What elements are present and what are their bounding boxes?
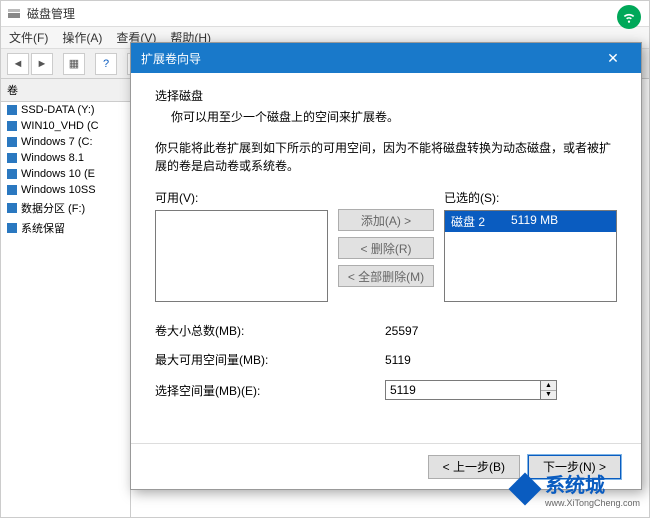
volume-label: 数据分区 (F:): [21, 200, 85, 216]
available-column: 可用(V):: [155, 189, 328, 302]
volume-item[interactable]: Windows 7 (C:: [1, 134, 130, 150]
volume-item[interactable]: SSD-DATA (Y:): [1, 102, 130, 118]
volume-item[interactable]: WIN10_VHD (C: [1, 118, 130, 134]
tool-view[interactable]: ▦: [63, 53, 85, 75]
total-size-label: 卷大小总数(MB):: [155, 322, 385, 339]
volume-stripe-icon: [7, 169, 17, 179]
transfer-buttons: 添加(A) > < 删除(R) < 全部删除(M): [338, 189, 434, 287]
app-title: 磁盘管理: [27, 5, 75, 22]
spinner-up[interactable]: ▲: [541, 381, 556, 391]
select-size-label: 选择空间量(MB)(E):: [155, 382, 385, 399]
watermark: 系统城 www.XiTongCheng.com: [511, 469, 640, 508]
tool-back[interactable]: ◄: [7, 53, 29, 75]
watermark-text: 系统城: [545, 469, 640, 498]
volume-item[interactable]: Windows 10 (E: [1, 166, 130, 182]
select-size-input[interactable]: [385, 380, 541, 400]
volume-label: Windows 8.1: [21, 152, 84, 164]
close-button[interactable]: ✕: [595, 43, 631, 73]
menu-file[interactable]: 文件(F): [9, 29, 48, 46]
max-size-label: 最大可用空间量(MB):: [155, 351, 385, 368]
volume-item[interactable]: Windows 8.1: [1, 150, 130, 166]
app-icon: [7, 7, 21, 21]
volume-label: Windows 10 (E: [21, 168, 95, 180]
watermark-icon: [511, 475, 539, 503]
volume-stripe-icon: [7, 203, 17, 213]
back-button[interactable]: < 上一步(B): [428, 455, 520, 479]
available-listbox[interactable]: [155, 210, 328, 302]
volume-item[interactable]: 系统保留: [1, 218, 130, 238]
tool-fwd[interactable]: ►: [31, 53, 53, 75]
volume-item[interactable]: 数据分区 (F:): [1, 198, 130, 218]
remove-button[interactable]: < 删除(R): [338, 237, 434, 259]
main-titlebar: 磁盘管理: [1, 1, 649, 27]
wizard-description: 你只能将此卷扩展到如下所示的可用空间，因为不能将磁盘转换为动态磁盘，或者被扩展的…: [155, 139, 617, 175]
remove-all-button[interactable]: < 全部删除(M): [338, 265, 434, 287]
max-size-value: 5119: [385, 353, 411, 367]
extend-volume-wizard: 扩展卷向导 ✕ 选择磁盘 你可以用至少一个磁盘上的空间来扩展卷。 你只能将此卷扩…: [130, 42, 642, 490]
add-button[interactable]: 添加(A) >: [338, 209, 434, 231]
volume-label: WIN10_VHD (C: [21, 120, 99, 132]
wizard-subheading: 你可以用至少一个磁盘上的空间来扩展卷。: [171, 108, 617, 125]
disk-select-area: 可用(V): 添加(A) > < 删除(R) < 全部删除(M) 已选的(S):…: [155, 189, 617, 302]
wizard-title: 扩展卷向导: [141, 50, 201, 67]
volume-stripe-icon: [7, 105, 17, 115]
spinner-down[interactable]: ▼: [541, 391, 556, 400]
volume-stripe-icon: [7, 185, 17, 195]
volume-label: Windows 7 (C:: [21, 136, 93, 148]
size-form: 卷大小总数(MB): 25597 最大可用空间量(MB): 5119 选择空间量…: [155, 322, 617, 400]
select-size-spinner[interactable]: ▲ ▼: [385, 380, 557, 400]
selected-column: 已选的(S): 磁盘 2 5119 MB: [444, 189, 617, 302]
selected-size: 5119 MB: [511, 213, 558, 230]
tool-help[interactable]: ?: [95, 53, 117, 75]
selected-listbox[interactable]: 磁盘 2 5119 MB: [444, 210, 617, 302]
wizard-body: 选择磁盘 你可以用至少一个磁盘上的空间来扩展卷。 你只能将此卷扩展到如下所示的可…: [131, 73, 641, 443]
selected-label: 已选的(S):: [444, 189, 617, 206]
volume-stripe-icon: [7, 137, 17, 147]
volume-item[interactable]: Windows 10SS: [1, 182, 130, 198]
wizard-heading: 选择磁盘: [155, 87, 617, 104]
selected-disk: 磁盘 2: [451, 213, 511, 230]
wifi-icon[interactable]: [617, 5, 641, 29]
volume-label: SSD-DATA (Y:): [21, 104, 95, 116]
wizard-titlebar[interactable]: 扩展卷向导 ✕: [131, 43, 641, 73]
volume-stripe-icon: [7, 223, 17, 233]
menu-action[interactable]: 操作(A): [62, 29, 102, 46]
selected-item[interactable]: 磁盘 2 5119 MB: [445, 211, 616, 232]
total-size-value: 25597: [385, 324, 418, 338]
volume-header: 卷: [1, 79, 130, 102]
volume-stripe-icon: [7, 121, 17, 131]
volume-panel: 卷 SSD-DATA (Y:) WIN10_VHD (C Windows 7 (C:…: [1, 79, 131, 517]
volume-label: 系统保留: [21, 220, 65, 236]
watermark-url: www.XiTongCheng.com: [545, 498, 640, 508]
available-label: 可用(V):: [155, 189, 328, 206]
volume-label: Windows 10SS: [21, 184, 96, 196]
volume-stripe-icon: [7, 153, 17, 163]
